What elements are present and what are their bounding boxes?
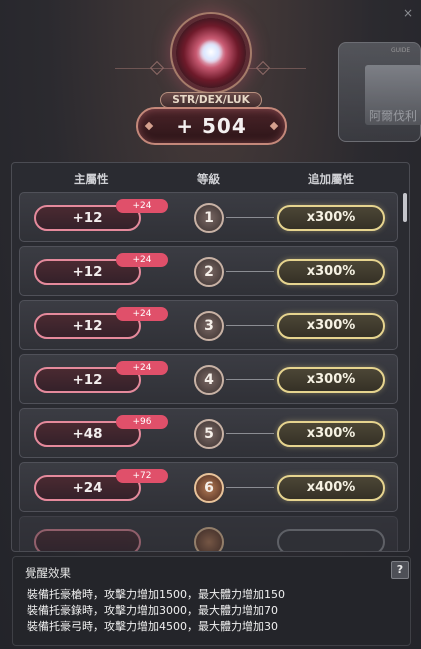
- sparkle-icon: [199, 40, 223, 64]
- extra-stat-value: x300%: [277, 259, 385, 285]
- awakening-effect-title: 覺醒效果: [25, 566, 71, 580]
- extra-stat-value: x300%: [277, 421, 385, 447]
- ornament-diamond-left: [149, 60, 165, 76]
- background-card: GUIDE 阿爾伐利: [338, 42, 421, 142]
- level-badge: 6: [194, 473, 224, 503]
- connector-line: [226, 487, 274, 488]
- extra-stat-value: x400%: [277, 475, 385, 501]
- extra-stat-value: x300%: [277, 313, 385, 339]
- connector-line: [226, 325, 274, 326]
- bonus-badge: +24: [116, 361, 168, 375]
- diamond-icon: [269, 121, 279, 131]
- bonus-badge: +72: [116, 469, 168, 483]
- table-header: 主屬性 等級 追加屬性: [12, 163, 409, 189]
- ornament-line-right: [246, 68, 306, 69]
- table-row: +12 +24 4 x300%: [19, 354, 398, 404]
- level-badge: 5: [194, 419, 224, 449]
- connector-line: [226, 433, 274, 434]
- connector-line: [226, 217, 274, 218]
- stat-total-value: + 504: [176, 114, 247, 138]
- column-header-level: 等級: [197, 172, 220, 186]
- table-row: +12 +24 2 x300%: [19, 246, 398, 296]
- column-header-main-stat: 主屬性: [74, 172, 109, 186]
- background-card-text: 阿爾伐利: [369, 109, 418, 123]
- connector-line: [226, 379, 274, 380]
- extra-stat-pill: [277, 529, 385, 551]
- extra-stat-value: x300%: [277, 367, 385, 393]
- stat-total-box: + 504: [136, 107, 287, 145]
- awakening-effect-panel: 覺醒效果 ? 裝備托豪槍時，攻擊力增加1500，最大體力增加150 裝備托豪錄時…: [12, 556, 411, 646]
- level-badge: [194, 527, 224, 551]
- effect-line: 裝備托豪弓時，攻擊力增加4500，最大體力增加30: [27, 620, 278, 633]
- connector-line: [226, 271, 274, 272]
- effect-line: 裝備托豪錄時，攻擊力增加3000，最大體力增加70: [27, 604, 278, 617]
- bonus-badge: +24: [116, 199, 168, 213]
- column-header-extra-stat: 追加屬性: [308, 172, 354, 186]
- table-row: +48 +96 5 x300%: [19, 408, 398, 458]
- diamond-icon: [144, 121, 154, 131]
- stat-type-label: STR/DEX/LUK: [160, 92, 262, 108]
- bonus-badge: +24: [116, 253, 168, 267]
- close-icon[interactable]: ×: [403, 6, 413, 20]
- table-row: +12 +24 3 x300%: [19, 300, 398, 350]
- extra-stat-value: x300%: [277, 205, 385, 231]
- table-row: +24 +72 6 x400%: [19, 462, 398, 512]
- bonus-badge: +96: [116, 415, 168, 429]
- level-badge: 4: [194, 365, 224, 395]
- ornament-diamond-right: [255, 60, 271, 76]
- awakening-table: 主屬性 等級 追加屬性 +12 +24 1 x300% +12 +24 2 x3…: [11, 162, 410, 552]
- table-row-partial: [19, 516, 398, 551]
- level-badge: 3: [194, 311, 224, 341]
- help-button[interactable]: ?: [391, 561, 409, 579]
- ornament-line-left: [115, 68, 175, 69]
- awakening-window: × GUIDE 阿爾伐利 STR/DEX/LUK + 504 主屬性 等級 追加…: [0, 0, 421, 649]
- level-badge: 2: [194, 257, 224, 287]
- main-stat-pill: [34, 529, 141, 551]
- table-row: +12 +24 1 x300%: [19, 192, 398, 242]
- scrollbar-thumb[interactable]: [403, 193, 407, 222]
- awakening-orb-icon: [176, 18, 246, 88]
- bonus-badge: +24: [116, 307, 168, 321]
- level-badge: 1: [194, 203, 224, 233]
- effect-line: 裝備托豪槍時，攻擊力增加1500，最大體力增加150: [27, 588, 285, 601]
- background-small-text: GUIDE: [391, 47, 411, 54]
